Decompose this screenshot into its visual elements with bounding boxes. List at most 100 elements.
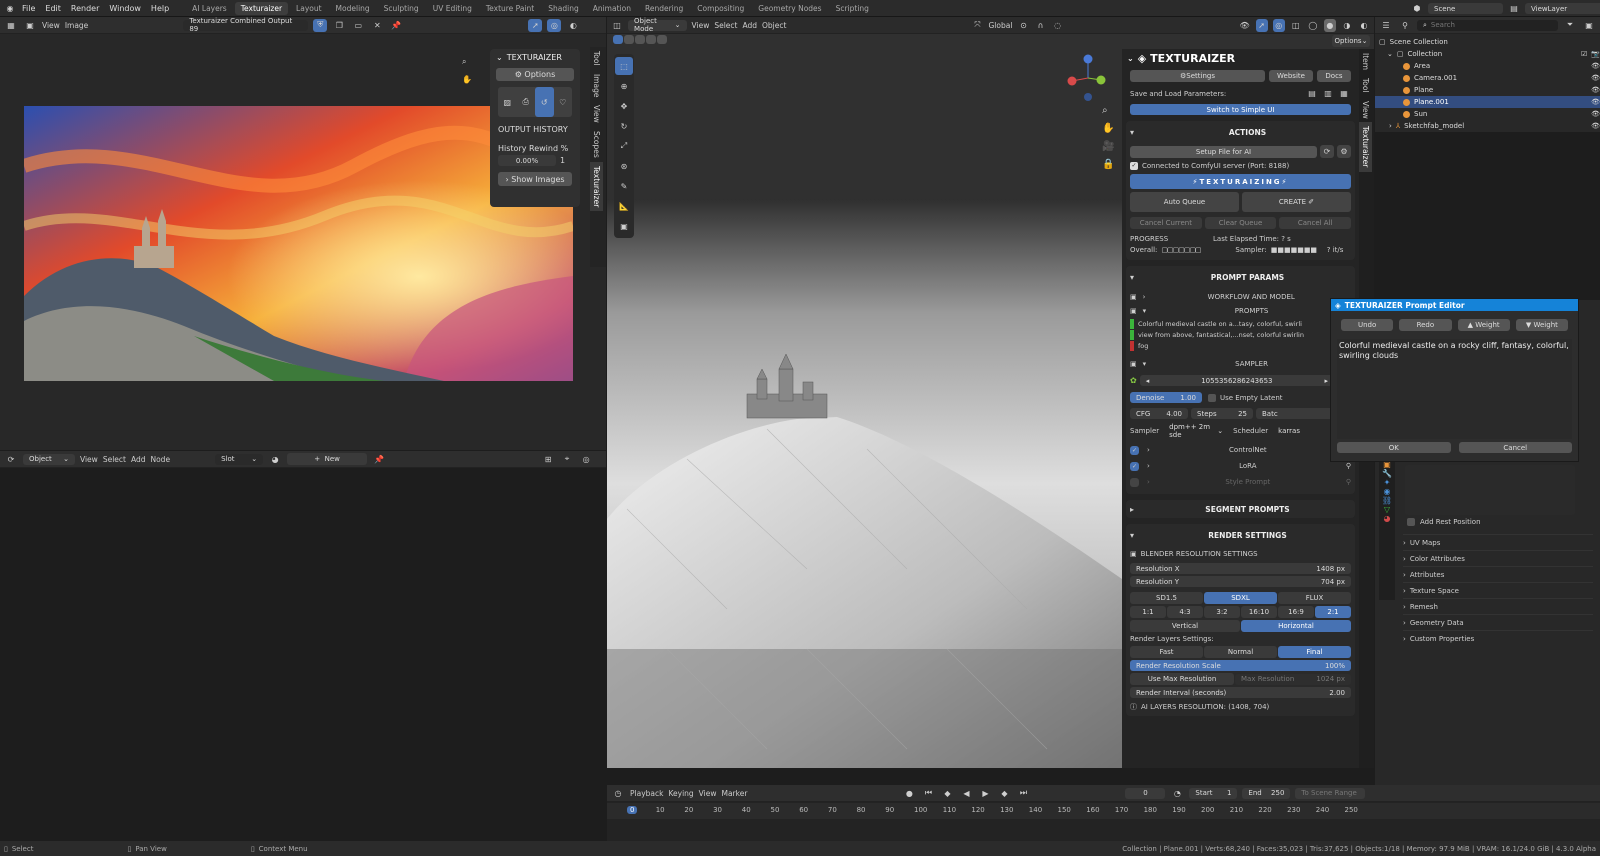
tab-texturaizer[interactable]: Texturaizer [234, 1, 289, 15]
outliner-type-icon[interactable]: ☰ [1379, 19, 1393, 32]
resolution-y-field[interactable]: Resolution Y 704 px [1130, 576, 1351, 587]
lora-checkbox[interactable]: ✓ [1130, 461, 1139, 471]
pin-icon[interactable]: ⚲ [1346, 462, 1351, 470]
hand-pan-icon[interactable]: ✋ [462, 75, 472, 84]
select-extend-icon[interactable] [624, 35, 634, 44]
render-interval-field[interactable]: Render Interval (seconds) 2.00 [1130, 687, 1351, 698]
snap-magnet-icon[interactable]: ∩ [1034, 19, 1046, 32]
node-menu-node[interactable]: Node [150, 455, 170, 464]
wireframe-shading-icon[interactable]: ◯ [1307, 19, 1319, 32]
viewport-3d[interactable]: ◫ Object Mode ⌄ View Select Add Object ⤧ … [607, 17, 1374, 768]
select-box-icon[interactable]: ⬚ [615, 57, 633, 75]
outliner-row-plane-001[interactable]: Plane.001 👁 [1375, 96, 1600, 108]
display-channels-icon[interactable]: ◐ [566, 19, 580, 32]
material-icon[interactable]: ◕ [268, 453, 282, 466]
eye-icon[interactable]: 👁 [1591, 62, 1600, 70]
pin-icon[interactable]: 📌 [372, 453, 386, 466]
scale-icon[interactable]: ⤢ [615, 137, 633, 155]
outliner-row-camera[interactable]: Camera.001 👁 [1375, 72, 1600, 84]
quality-fast[interactable]: Fast [1130, 646, 1203, 658]
use-max-resolution-button[interactable]: Use Max Resolution [1130, 673, 1234, 685]
menu-view[interactable]: View [42, 21, 60, 30]
auto-queue-button[interactable]: Auto Queue [1130, 192, 1239, 212]
sampler-dropdown[interactable]: dpm++ 2m sde ⌄ [1163, 423, 1230, 439]
style-checkbox[interactable] [1130, 477, 1139, 487]
workflow-row[interactable]: ▣ › WORKFLOW AND MODEL [1130, 290, 1351, 304]
vp-menu-view[interactable]: View [692, 21, 710, 30]
history-icon[interactable]: ↺ [535, 87, 554, 117]
section-texture-space[interactable]: › Texture Space [1403, 582, 1593, 598]
outliner-row-plane[interactable]: Plane 👁 [1375, 84, 1600, 96]
select-subtract-icon[interactable] [635, 35, 645, 44]
ok-button[interactable]: OK [1337, 442, 1451, 453]
options-button[interactable]: ⚙ Options [496, 68, 574, 81]
solid-shading-icon[interactable]: ● [1323, 18, 1336, 32]
orient-vertical[interactable]: Vertical [1130, 620, 1240, 632]
tab-scopes[interactable]: Scopes [590, 127, 603, 162]
ratio-16-10[interactable]: 16:10 [1241, 606, 1277, 618]
switch-simple-ui-button[interactable]: Switch to Simple UI [1130, 104, 1351, 115]
viewport-pan-icon[interactable]: ✋ [1102, 123, 1114, 134]
material-tab-icon[interactable]: ◕ [1379, 514, 1395, 523]
new-material-button[interactable]: + New [287, 453, 368, 465]
editor-type-icon[interactable]: ▦ [4, 19, 18, 32]
select-new-icon[interactable] [613, 35, 623, 44]
resolution-x-field[interactable]: Resolution X 1408 px [1130, 563, 1351, 574]
tab-scripting[interactable]: Scripting [830, 2, 875, 15]
save-icon[interactable]: ▤ [1305, 87, 1319, 100]
node-menu-view[interactable]: View [80, 455, 98, 464]
lock-icon[interactable]: 🔒 [1102, 159, 1114, 170]
close-icon[interactable]: ✕ [370, 19, 384, 32]
docs-button[interactable]: Docs [1317, 70, 1351, 82]
shield-icon[interactable]: ⛨ [313, 18, 328, 32]
connected-checkbox-row[interactable]: ✓ Connected to ComfyUI server (Port: 818… [1130, 162, 1351, 170]
current-frame-field[interactable]: 0 [1125, 787, 1166, 799]
proportional-icon[interactable]: ◌ [1052, 19, 1064, 32]
measure-icon[interactable]: 📐 [615, 197, 633, 215]
prompt-textarea[interactable]: Colorful medieval castle on a rocky clif… [1337, 339, 1572, 439]
orient-horizontal[interactable]: Horizontal [1241, 620, 1351, 632]
render-scale-slider[interactable]: Render Resolution Scale 100% [1130, 660, 1351, 671]
outliner-row-sun[interactable]: Sun 👁 [1375, 108, 1600, 120]
select-invert-icon[interactable] [646, 35, 656, 44]
tab-item[interactable]: Item [1359, 49, 1372, 74]
outliner-row-area[interactable]: Area 👁 [1375, 60, 1600, 72]
frame-ruler[interactable]: 0 10 20 30 40 50 60 70 80 90 100 110 120 130 140 150 160… [607, 803, 1600, 819]
tab-tool[interactable]: Tool [590, 47, 603, 70]
move-icon[interactable]: ✥ [615, 97, 633, 115]
rotate-icon[interactable]: ↻ [615, 117, 633, 135]
timeline-view-menu[interactable]: View [699, 789, 717, 798]
cursor-tool-icon[interactable]: ⊕ [615, 77, 633, 95]
setup-file-button[interactable]: Setup File for AI [1130, 145, 1317, 158]
ratio-4-3[interactable]: 4:3 [1167, 606, 1203, 618]
rewind-percent-field[interactable]: 0.00% [498, 155, 556, 166]
settings-button[interactable]: ⚙ Settings [1130, 70, 1265, 82]
tab-texturaizer-vp[interactable]: Texturaizer [1359, 122, 1372, 172]
tab-layout[interactable]: Layout [290, 2, 328, 15]
model-sd15[interactable]: SD1.5 [1130, 592, 1203, 604]
orientation-dropdown[interactable]: Global [989, 21, 1013, 30]
eye-icon[interactable]: 👁 [1591, 74, 1600, 82]
camera-icon[interactable]: 📷 [1591, 50, 1600, 58]
prompts-row[interactable]: ▣ ▾ PROMPTS [1130, 304, 1351, 318]
slot-select[interactable]: Slot ⌄ [215, 453, 264, 465]
chevron-down-icon[interactable]: ▾ [1130, 128, 1144, 137]
constraints-tab-icon[interactable]: ⛓ [1379, 496, 1395, 505]
dialog-title-bar[interactable]: ◈ TEXTURAIZER Prompt Editor [1331, 299, 1578, 311]
lora-row[interactable]: ✓ › LoRA ⚲ [1130, 458, 1351, 474]
controlnet-row[interactable]: ✓›ControlNet⚲ [1130, 442, 1351, 458]
controlnet-checkbox[interactable]: ✓ [1130, 445, 1139, 455]
outliner-row-sketchfab[interactable]: › ⅄ Sketchfab_model 👁 [1375, 120, 1600, 132]
menu-window[interactable]: Window [104, 4, 146, 13]
viewport-zoom-icon[interactable]: ⌕ [1102, 105, 1108, 116]
add-cube-icon[interactable]: ▣ [615, 217, 633, 235]
keying-menu[interactable]: Keying [668, 789, 693, 798]
segment-prompts-section[interactable]: ▸ SEGMENT PROMPTS [1126, 500, 1355, 518]
refresh-icon[interactable]: ⟳ [1320, 145, 1334, 158]
redo-button[interactable]: Redo [1399, 319, 1452, 331]
tab-image[interactable]: Image [590, 70, 603, 102]
marker-menu[interactable]: Marker [721, 789, 747, 798]
clock-icon[interactable]: ◔ [1170, 787, 1184, 800]
object-mode-select[interactable]: Object ⌄ [23, 453, 75, 465]
viewport-type-icon[interactable]: ◫ [611, 19, 623, 32]
